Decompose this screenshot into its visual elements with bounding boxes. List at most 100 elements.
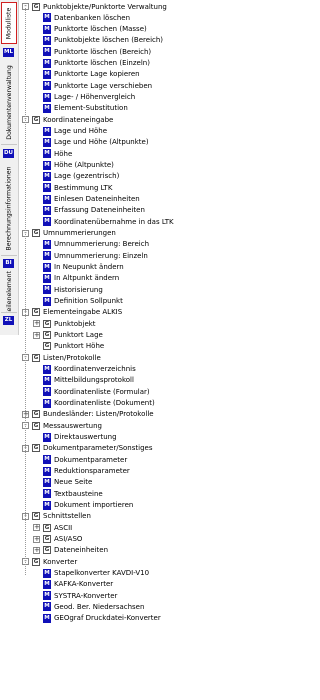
expand-icon[interactable]: +	[33, 535, 40, 543]
expand-icon[interactable]: +	[33, 546, 40, 554]
tree-group-row[interactable]: - G Koordinateneingabe	[22, 114, 113, 125]
tree-item-row[interactable]: M Direktauswertung	[33, 432, 117, 443]
expand-icon[interactable]: +	[33, 524, 40, 532]
tree-item-row[interactable]: M Erfassung Dateneinheiten	[33, 205, 145, 216]
tree-item-row[interactable]: M Lage- / Höhenvergleich	[33, 92, 135, 103]
tree-item-row[interactable]: M Umnummerierung: Einzeln	[33, 250, 148, 261]
module-icon: M	[43, 387, 51, 397]
sidebar-tab-dokumentenverwaltung[interactable]: Dokumentenverwaltung	[1, 60, 17, 145]
tree-label: Punktobjekt	[54, 319, 96, 328]
tree-label: Dokumentparameter/Sonstiges	[43, 444, 153, 453]
tree-label: GEOgraf Druckdatei-Konverter	[54, 614, 161, 623]
sidebar-du-icon[interactable]: DU	[3, 149, 14, 158]
tree-item-row[interactable]: M Reduktionsparameter	[33, 466, 130, 477]
tree-item-row[interactable]: M Dokumentparameter	[33, 454, 127, 465]
module-icon: M	[43, 217, 51, 227]
tree-label: Koordinateneingabe	[43, 115, 114, 124]
tree-label: Lage- / Höhenvergleich	[54, 93, 136, 102]
tree-item-row[interactable]: M Punktorte löschen (Einzeln)	[33, 58, 150, 69]
module-icon: M	[43, 205, 51, 215]
tree-group-row[interactable]: + G ASI/ASO	[33, 534, 82, 545]
tree-item-row[interactable]: M Koordinatenliste (Formular)	[33, 386, 150, 397]
tree-item-row[interactable]: M Textbausteine	[33, 488, 103, 499]
sidebar-ml-icon[interactable]: ML	[3, 48, 14, 57]
sidebar-tab-berechnungsinformationen[interactable]: Berechnungsinformationen	[1, 161, 17, 256]
tree-label: Höhe	[54, 149, 73, 158]
expand-icon[interactable]: +	[33, 331, 40, 339]
tree-label: Punktorte Lage kopieren	[54, 70, 140, 79]
tree-group-row[interactable]: - G Schnittstellen	[22, 511, 91, 522]
tree-item-row[interactable]: M Mittelbildungsprotokoll	[33, 375, 134, 386]
tree-label: Punktorte löschen (Einzeln)	[54, 59, 150, 68]
tree-item-row[interactable]: M Umnummerierung: Bereich	[33, 239, 149, 250]
tree-item-row[interactable]: M Koordinatenliste (Dokument)	[33, 398, 155, 409]
tree-label: Element-Substitution	[54, 104, 128, 113]
tree-group-row[interactable]: - G Elementeingabe ALKIS	[22, 307, 122, 318]
tree-group-row[interactable]: + G Punktobjekt	[33, 318, 96, 329]
module-icon: M	[43, 489, 51, 499]
tree-item-row[interactable]: M In Neupunkt ändern	[33, 262, 124, 273]
tree-item-row[interactable]: M Höhe	[33, 148, 72, 159]
tree-group-row[interactable]: - G Messauswertung	[22, 420, 102, 431]
tree-label: Punktorte löschen (Masse)	[54, 25, 147, 34]
tree-item-row[interactable]: M Punktorte Lage verschieben	[33, 80, 152, 91]
sidebar-tab-modulliste[interactable]: Modulliste	[1, 2, 17, 44]
tree-item-row[interactable]: M Historisierung	[33, 284, 103, 295]
tree-item-row[interactable]: M Einlesen Dateneinheiten	[33, 194, 140, 205]
tree-item-row[interactable]: M GEOgraf Druckdatei-Konverter	[33, 613, 161, 624]
tree-label: Koordinatenliste (Formular)	[54, 387, 150, 396]
tree-group-row[interactable]: - G Umnummerierungen	[22, 228, 116, 239]
tree-item-row[interactable]: M Lage und Höhe (Altpunkte)	[33, 137, 149, 148]
tree-item-row[interactable]: M Koordinatenverzeichnis	[33, 364, 136, 375]
tree-label: Koordinatenübernahme in das LTK	[54, 217, 174, 226]
tree-label: Lage und Höhe	[54, 127, 107, 136]
module-icon: M	[43, 364, 51, 374]
tree-item-row[interactable]: M Neue Seite	[33, 477, 92, 488]
sidebar-bi-icon[interactable]: BI	[3, 259, 14, 268]
tree-group-row[interactable]: + G Punktort Lage	[33, 330, 103, 341]
tree-item-row[interactable]: M Definition Sollpunkt	[33, 296, 123, 307]
tree-item-row[interactable]: M Lage (gezentrisch)	[33, 171, 119, 182]
tree-item-row[interactable]: M In Altpunkt ändern	[33, 273, 119, 284]
tree-item-row[interactable]: M Punktorte Lage kopieren	[33, 69, 140, 80]
tree-item-row[interactable]: M Höhe (Altpunkte)	[33, 160, 114, 171]
tree-label: Bundesländer: Listen/Protokolle	[43, 410, 154, 419]
module-icon: M	[43, 13, 51, 23]
module-icon: M	[43, 251, 51, 261]
module-icon: M	[43, 579, 51, 589]
tree-group-row[interactable]: - G Punktobjekte/Punktorte Verwaltung	[22, 1, 167, 12]
tree-group-row[interactable]: + G Bundesländer: Listen/Protokolle	[22, 409, 154, 420]
tree-label: Messauswertung	[43, 421, 102, 430]
module-icon: M	[43, 602, 51, 612]
tree-item-row[interactable]: M Punktobjekte löschen (Bereich)	[33, 35, 163, 46]
tree-label: Punktobjekte/Punktorte Verwaltung	[43, 2, 167, 11]
tree-item-row[interactable]: M Punktorte löschen (Bereich)	[33, 46, 151, 57]
tree-item-row[interactable]: M KAFKA-Konverter	[33, 579, 113, 590]
sidebar-tab-zeilenelemente[interactable]: Zeilenelemente	[1, 271, 17, 313]
sidebar-zl-icon[interactable]: ZL	[3, 316, 14, 325]
tree-item-row[interactable]: M Element-Substitution	[33, 103, 128, 114]
tree-item-row[interactable]: M Lage und Höhe	[33, 126, 107, 137]
expand-icon[interactable]: +	[33, 320, 40, 328]
module-icon: M	[43, 183, 51, 193]
vertical-tab-bar: Modulliste ML Dokumentenverwaltung DU Berech…	[0, 0, 19, 335]
tree-item-row[interactable]: M Punktorte löschen (Masse)	[33, 24, 147, 35]
tree-item-row[interactable]: M Datenbanken löschen	[33, 12, 130, 23]
tree-item-row[interactable]: M Bestimmung LTK	[33, 182, 112, 193]
tree-item-row[interactable]: M Geod. Ber. Niedersachsen	[33, 601, 144, 612]
tree-group-row[interactable]: + G ASCII	[33, 522, 72, 533]
tree-group-row[interactable]: + G Dateneinheiten	[33, 545, 108, 556]
tree-label: Punktorte löschen (Bereich)	[54, 47, 152, 56]
tree-group-row[interactable]: - G Dokumentparameter/Sonstiges	[22, 443, 152, 454]
tree-item-row[interactable]: M Stapelkonverter KAVDI-V10	[33, 568, 149, 579]
tree-item-row[interactable]: M SYSTRA-Konverter	[33, 590, 117, 601]
group-icon: G	[32, 557, 40, 566]
module-icon: M	[43, 69, 51, 79]
tree-label: Einlesen Dateneinheiten	[54, 195, 140, 204]
module-icon: M	[43, 466, 51, 476]
tree-group-row[interactable]: - G Konverter	[22, 556, 77, 567]
tree-group-row[interactable]: - G Listen/Protokolle	[22, 352, 101, 363]
tree-item-row[interactable]: M Koordinatenübernahme in das LTK	[33, 216, 174, 227]
tree-item-row[interactable]: M Dokument importieren	[33, 500, 133, 511]
tree-group-row[interactable]: G Punktort Höhe	[33, 341, 104, 352]
